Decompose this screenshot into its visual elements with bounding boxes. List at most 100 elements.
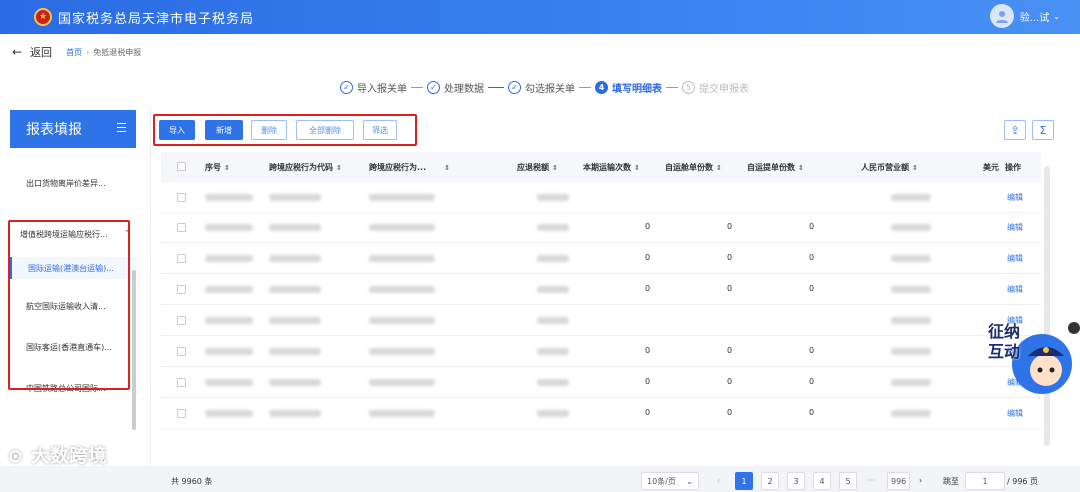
page-button[interactable]: 3 [787,472,805,490]
sidebar-item-price-diff[interactable]: 出口货物离岸价差异... [10,178,136,189]
select-all-checkbox[interactable] [177,162,186,171]
table-scrollbar[interactable] [1044,166,1050,446]
column-header[interactable]: 自运提单份数 ⇕ [747,162,804,173]
sidebar-scrollbar[interactable] [132,270,136,430]
column-header: 美元 [983,162,999,173]
redacted-cell [269,410,321,417]
highlight-box-toolbar [153,114,417,146]
user-name[interactable]: 验...试 [1020,9,1050,24]
watermark-text: 大数跨境 [31,446,108,467]
redacted-cell [205,224,253,231]
row-checkbox[interactable] [177,285,186,294]
redacted-cell [369,379,435,386]
step-label: 填写明细表 [612,84,662,95]
floating-dot[interactable] [1068,322,1080,334]
redacted-cell [369,317,435,324]
redacted-cell [269,379,321,386]
top-bar: ★ 国家税务总局天津市电子税务局 验...试 ⌄ [0,0,1080,34]
breadcrumb-home[interactable]: 首页 [66,47,82,58]
column-label: 应退税额 [517,163,549,172]
column-header[interactable]: 序号 ⇕ [205,162,230,173]
bill-cell: 0 [809,284,815,293]
step-number: 5 [682,81,695,94]
site-title: 国家税务总局天津市电子税务局 [58,11,255,27]
watermark: ⊙ 大数跨境 [8,442,107,468]
page-size-value[interactable]: 10条/页 [647,476,676,487]
export-icon[interactable]: ⇪ [1004,120,1026,140]
column-label: 序号 [205,163,221,172]
redacted-cell [205,194,253,201]
column-header[interactable]: 跨境应税行为... ⇕ [369,162,450,173]
table-row: 000编辑 [161,398,1041,429]
redacted-cell [269,255,321,262]
table-row: 000编辑 [161,336,1041,367]
column-label: 自运舱单份数 [665,163,713,172]
edit-link[interactable]: 编辑 [1007,284,1023,295]
page-ellipsis[interactable]: ··· [867,476,875,485]
column-header[interactable]: 人民币营业额 ⇕ [861,162,918,173]
column-label: 操作 [1005,163,1021,172]
trips-cell: 0 [645,222,651,231]
redacted-cell [537,194,569,201]
back-arrow-icon[interactable]: ← [12,45,22,59]
row-checkbox[interactable] [177,223,186,232]
step-5: 5 提交申报表 [682,80,749,95]
page-button[interactable]: 996 [887,472,911,490]
assistant-mascot[interactable]: 征纳互动 [988,322,1072,400]
edit-link[interactable]: 编辑 [1007,253,1023,264]
row-checkbox[interactable] [177,193,186,202]
sort-icon[interactable]: ⇕ [912,164,918,172]
bill-cell: 0 [809,253,815,262]
redacted-cell [269,286,321,293]
next-page-icon[interactable]: › [919,476,922,485]
page-button[interactable]: 5 [839,472,857,490]
redacted-cell [269,224,321,231]
redacted-cell [269,348,321,355]
page-button[interactable]: 1 [735,472,753,490]
page-button[interactable]: 4 [813,472,831,490]
mascot-label[interactable]: 征纳互动 [988,322,1030,362]
redacted-cell [537,410,569,417]
table-header: 序号 ⇕ 跨境应税行为代码 ⇕ 跨境应税行为... ⇕ 应退税额 ⇕ 本期运输次数 ⇕ 自… [161,152,1041,182]
step-2: ✓ 处理数据 [427,80,484,95]
avatar[interactable] [989,4,1014,28]
content-panel: 导入 新增 删除 全部删除 筛选 ⇪ Σ 序号 ⇕ 跨境应税行为代码 ⇕ 跨境应税行… [150,106,1054,490]
user-menu[interactable]: 验...试 ⌄ [989,4,1060,28]
sort-icon[interactable]: ⇕ [798,164,804,172]
column-header[interactable]: 本期运输次数 ⇕ [583,162,640,173]
jump-input[interactable]: 1 [965,472,1005,490]
redacted-cell [891,286,931,293]
sort-icon[interactable]: ⇕ [552,164,558,172]
step-number: 4 [595,81,608,94]
sort-icon[interactable]: ⇕ [336,164,342,172]
row-checkbox[interactable] [177,409,186,418]
table-row: 000编辑 [161,367,1041,398]
edit-link[interactable]: 编辑 [1007,408,1023,419]
step-connector [411,87,423,88]
chevron-down-icon[interactable]: ⌄ [1053,12,1060,21]
page-button[interactable]: 2 [761,472,779,490]
column-header[interactable]: 自运舱单份数 ⇕ [665,162,722,173]
column-header[interactable]: 跨境应税行为代码 ⇕ [269,162,342,173]
redacted-cell [369,348,435,355]
redacted-cell [369,194,435,201]
menu-icon[interactable] [117,123,126,135]
back-link[interactable]: 返回 [30,44,52,60]
sort-icon[interactable]: ⇕ [224,164,230,172]
page-size-select[interactable]: 10条/页 ⌄ [641,472,699,490]
prev-page-icon[interactable]: ‹ [717,476,720,485]
row-checkbox[interactable] [177,254,186,263]
sort-icon[interactable]: ⇕ [716,164,722,172]
row-checkbox[interactable] [177,347,186,356]
edit-link[interactable]: 编辑 [1007,222,1023,233]
sort-icon[interactable]: ⇕ [634,164,640,172]
table-row: 000编辑 [161,274,1041,305]
row-checkbox[interactable] [177,316,186,325]
column-header[interactable]: 应退税额 ⇕ [517,162,558,173]
sort-icon[interactable]: ⇕ [444,164,450,172]
sidebar-title-text: 报表填报 [26,122,82,138]
row-checkbox[interactable] [177,378,186,387]
sigma-icon[interactable]: Σ [1032,120,1054,140]
sidebar-title: 报表填报 [10,110,136,148]
edit-link[interactable]: 编辑 [1007,192,1023,203]
